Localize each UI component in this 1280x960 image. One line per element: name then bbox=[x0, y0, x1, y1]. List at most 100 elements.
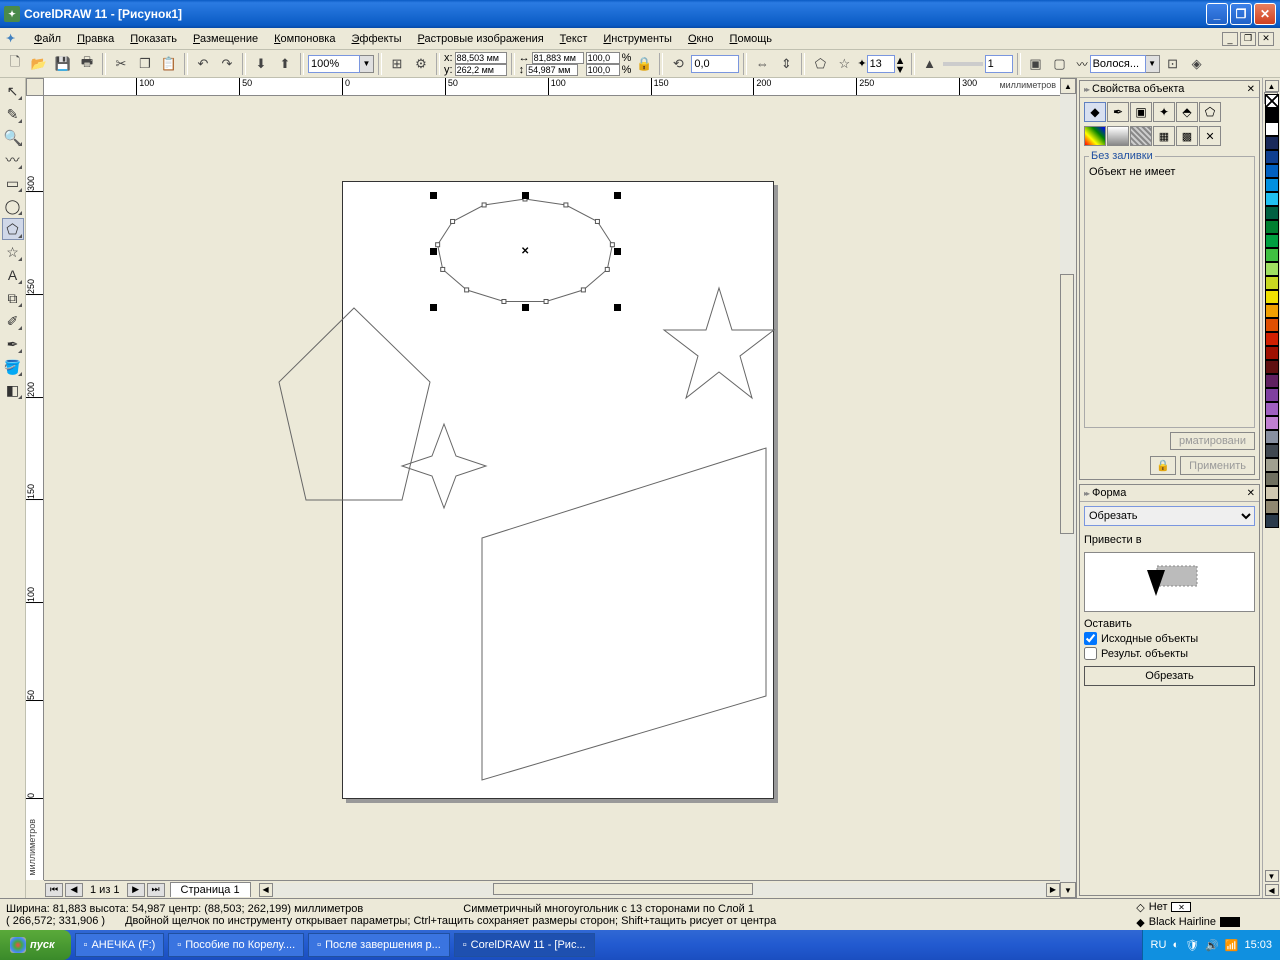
zoom-tool[interactable]: 🔍 bbox=[2, 126, 24, 148]
pick-tool[interactable]: ↖ bbox=[2, 80, 24, 102]
tray-clock[interactable]: 15:03 bbox=[1244, 939, 1272, 951]
menu-Файл[interactable]: Файл bbox=[26, 31, 69, 47]
page-tab[interactable]: Страница 1 bbox=[170, 882, 251, 897]
page-prev-button[interactable]: ◀ bbox=[65, 883, 83, 897]
taskbar-item[interactable]: ▫После завершения р... bbox=[308, 933, 450, 957]
freehand-tool[interactable]: 〰 bbox=[2, 149, 24, 171]
color-swatch[interactable] bbox=[1265, 150, 1279, 164]
to-back-button[interactable]: ▢ bbox=[1049, 53, 1071, 75]
text-tool[interactable]: A bbox=[2, 264, 24, 286]
ruler-horizontal[interactable]: миллиметров 10050050100150200250300 bbox=[44, 78, 1060, 96]
rectangle-tool[interactable]: ▭ bbox=[2, 172, 24, 194]
fill-tool[interactable]: 🪣 bbox=[2, 356, 24, 378]
mirror-v-button[interactable]: ⇕ bbox=[775, 53, 797, 75]
trim-button[interactable]: Обрезать bbox=[1084, 666, 1255, 686]
color-swatch[interactable] bbox=[1265, 164, 1279, 178]
interactive-fill-tool[interactable]: ◧ bbox=[2, 379, 24, 401]
color-swatch[interactable] bbox=[1265, 206, 1279, 220]
open-button[interactable]: 📂 bbox=[28, 53, 50, 75]
color-swatch[interactable] bbox=[1265, 500, 1279, 514]
tray-icon[interactable]: 📶 bbox=[1225, 939, 1239, 952]
polygon-icon[interactable]: ⬠ bbox=[809, 53, 831, 75]
to-front-button[interactable]: ▣ bbox=[1025, 53, 1047, 75]
horizontal-scrollbar[interactable]: ◀ ▶ bbox=[259, 883, 1060, 897]
menu-Окно[interactable]: Окно bbox=[680, 31, 722, 47]
color-swatch[interactable] bbox=[1265, 472, 1279, 486]
star-icon[interactable]: ☆ bbox=[833, 53, 855, 75]
redo-button[interactable]: ↷ bbox=[216, 53, 238, 75]
tab-3[interactable]: ▣ bbox=[1130, 102, 1152, 122]
keep-source-checkbox[interactable]: Исходные объекты bbox=[1084, 632, 1255, 645]
control-menu-icon[interactable]: ✦ bbox=[6, 32, 20, 46]
vertical-scrollbar[interactable]: ▲ ▼ bbox=[1060, 78, 1076, 898]
tray-icon[interactable]: 🛡 bbox=[1185, 939, 1199, 952]
snap-button[interactable]: ⊞ bbox=[386, 53, 408, 75]
mdi-minimize-button[interactable]: _ bbox=[1222, 32, 1238, 46]
selection-handle[interactable] bbox=[614, 248, 621, 255]
fill-pattern-button[interactable] bbox=[1130, 126, 1152, 146]
color-swatch[interactable] bbox=[1265, 290, 1279, 304]
fill-none-button[interactable]: ✕ bbox=[1199, 126, 1221, 146]
outline-tab[interactable]: ✒ bbox=[1107, 102, 1129, 122]
selection-handle[interactable] bbox=[614, 192, 621, 199]
tray-icon[interactable]: ◐ bbox=[1172, 939, 1179, 951]
docker-close-button[interactable]: ✕ bbox=[1247, 488, 1255, 499]
tab-5[interactable]: ⬘ bbox=[1176, 102, 1198, 122]
color-swatch[interactable] bbox=[1265, 332, 1279, 346]
menu-Правка[interactable]: Правка bbox=[69, 31, 122, 47]
shape-tool[interactable]: ✎ bbox=[2, 103, 24, 125]
lock-ratio-button[interactable]: 🔒 bbox=[633, 53, 655, 75]
palette-down-button[interactable]: ▼ bbox=[1265, 870, 1279, 882]
color-swatch[interactable] bbox=[1265, 318, 1279, 332]
selection-handle[interactable] bbox=[522, 304, 529, 311]
color-swatch[interactable] bbox=[1265, 430, 1279, 444]
rotation-field[interactable] bbox=[691, 55, 739, 73]
basic-shapes-tool[interactable]: ☆ bbox=[2, 241, 24, 263]
shaping-mode-combo[interactable]: Обрезать bbox=[1084, 506, 1255, 526]
menu-Компоновка[interactable]: Компоновка bbox=[266, 31, 343, 47]
format-button[interactable]: рматировани bbox=[1170, 432, 1255, 450]
page-first-button[interactable]: ⏮ bbox=[45, 883, 63, 897]
color-swatch[interactable] bbox=[1265, 108, 1279, 122]
color-swatch[interactable] bbox=[1265, 514, 1279, 528]
system-tray[interactable]: RU ◐ 🛡 🔊 📶 15:03 bbox=[1142, 930, 1280, 960]
fill-postscript-button[interactable]: ▩ bbox=[1176, 126, 1198, 146]
color-swatch[interactable] bbox=[1265, 374, 1279, 388]
wrap-button[interactable]: ⊡ bbox=[1162, 53, 1184, 75]
start-button[interactable]: пуск bbox=[0, 930, 71, 960]
keep-result-checkbox[interactable]: Результ. объекты bbox=[1084, 647, 1255, 660]
selection-handle[interactable] bbox=[522, 192, 529, 199]
color-swatch[interactable] bbox=[1265, 402, 1279, 416]
color-swatch[interactable] bbox=[1265, 388, 1279, 402]
apply-button[interactable]: Применить bbox=[1180, 456, 1255, 475]
taskbar-item[interactable]: ▫Пособие по Корелу.... bbox=[168, 933, 304, 957]
menu-Размещение[interactable]: Размещение bbox=[185, 31, 266, 47]
selection-handle[interactable] bbox=[430, 304, 437, 311]
close-button[interactable]: ✕ bbox=[1254, 3, 1276, 25]
color-swatch[interactable] bbox=[1265, 304, 1279, 318]
options-button[interactable]: ⚙ bbox=[410, 53, 432, 75]
maximize-button[interactable]: ❐ bbox=[1230, 3, 1252, 25]
selection-handle[interactable] bbox=[430, 192, 437, 199]
mirror-h-button[interactable]: ⇔ bbox=[751, 53, 773, 75]
color-swatch[interactable] bbox=[1265, 136, 1279, 150]
convert-button[interactable]: ◈ bbox=[1186, 53, 1208, 75]
menu-Эффекты[interactable]: Эффекты bbox=[343, 31, 409, 47]
fill-tab[interactable]: ◆ bbox=[1084, 102, 1106, 122]
sharpness-field[interactable] bbox=[985, 55, 1013, 73]
page-next-button[interactable]: ▶ bbox=[127, 883, 145, 897]
selection-handle[interactable] bbox=[430, 248, 437, 255]
mdi-restore-button[interactable]: ❐ bbox=[1240, 32, 1256, 46]
page-last-button[interactable]: ⏭ bbox=[147, 883, 165, 897]
color-swatch[interactable] bbox=[1265, 444, 1279, 458]
selection-handle[interactable] bbox=[614, 304, 621, 311]
outline-combo[interactable]: 〰 ▼ bbox=[1077, 55, 1160, 73]
color-swatch[interactable] bbox=[1265, 248, 1279, 262]
menu-Текст[interactable]: Текст bbox=[552, 31, 596, 47]
ruler-vertical[interactable]: миллиметров 050100150200250300 bbox=[26, 96, 44, 880]
lock-button[interactable]: 🔒 bbox=[1150, 456, 1176, 475]
tab-4[interactable]: ✦ bbox=[1153, 102, 1175, 122]
print-button[interactable]: 🖶 bbox=[76, 53, 98, 75]
color-swatch[interactable] bbox=[1265, 220, 1279, 234]
menu-Растровые изображения[interactable]: Растровые изображения bbox=[410, 31, 552, 47]
